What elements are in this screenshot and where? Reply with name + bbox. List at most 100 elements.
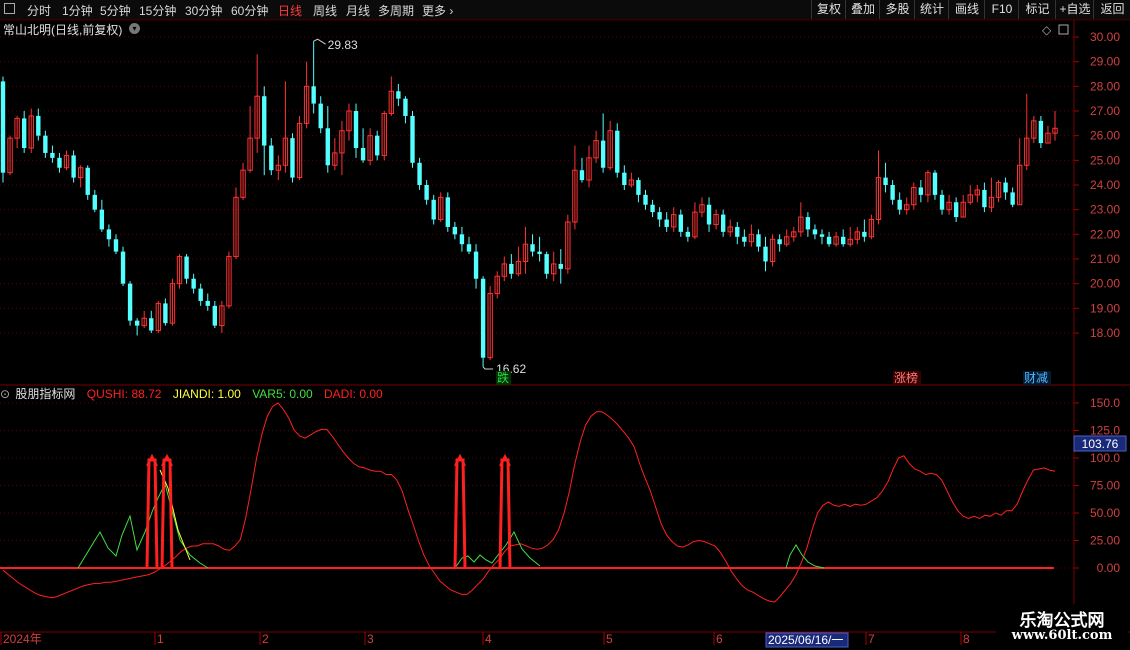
candle-body-down (205, 300, 210, 306)
candle-body-down (473, 251, 479, 279)
candle-body-down (678, 214, 683, 232)
time-axis-label: 2024年 (3, 632, 42, 646)
event-tag-label: 涨榜 (894, 370, 918, 385)
candle-body-down (1038, 120, 1044, 144)
candle-body-down (600, 140, 606, 168)
candle-body-down (812, 229, 818, 235)
candle-body-down (537, 251, 542, 255)
candle-body-down (43, 135, 48, 153)
time-axis-label: 8 (963, 632, 970, 646)
signal-spike (160, 458, 174, 569)
candle-body-down (530, 244, 535, 252)
candle-body-down (1010, 192, 1015, 205)
watermark-url: www.60lt.com (1011, 628, 1113, 643)
price-axis-label: 22.00 (1090, 227, 1120, 241)
candle-body-down (939, 194, 945, 210)
candle-body-down (262, 96, 267, 146)
price-axis-label: 25.00 (1090, 153, 1120, 167)
candle-body-down (622, 172, 627, 185)
candle-body-down (99, 209, 105, 230)
price-axis-label: 19.00 (1090, 301, 1120, 315)
high-marker-line (313, 38, 326, 45)
indicator-axis-label: 125.0 (1090, 424, 1120, 438)
candle-body-down (134, 320, 140, 326)
candle-body-down (918, 187, 924, 195)
price-axis-label: 24.00 (1090, 178, 1120, 192)
candle-body-down (579, 170, 585, 181)
indicator-axis-label: 0.00 (1097, 561, 1121, 575)
candle-body-down (664, 219, 669, 227)
candle-body-down (71, 155, 76, 178)
candle-body-down (184, 256, 189, 279)
candle-body-down (431, 199, 436, 220)
candle-body-down (353, 111, 359, 148)
candle-body-down (36, 115, 41, 136)
price-axis-label: 23.00 (1090, 203, 1120, 217)
time-axis-label: 6 (716, 632, 723, 646)
indicator-axis-label: 75.00 (1090, 479, 1120, 493)
price-axis-label: 27.00 (1090, 104, 1120, 118)
candle-body-down (953, 202, 959, 218)
candle-body-down (763, 246, 768, 262)
candle-body-down (85, 167, 90, 195)
candle-body-down (21, 118, 27, 148)
candle-body-down (325, 128, 330, 166)
candle-body-down (57, 157, 62, 168)
candle-body-down (862, 231, 867, 237)
qushi-line (2, 402, 1056, 603)
candle-body-down (777, 239, 782, 245)
candle-body-down (558, 263, 563, 269)
time-axis-label: 1 (157, 632, 164, 646)
candle-body-down (890, 185, 895, 200)
candle-body-down (50, 152, 55, 158)
candle-body-down (269, 145, 274, 171)
candle-body-down (92, 194, 97, 210)
signal-spike (453, 458, 467, 569)
time-axis-label: 4 (485, 632, 492, 646)
candle-body-down (375, 135, 380, 156)
price-axis-label: 28.00 (1090, 79, 1120, 93)
indicator-axis-label: 25.00 (1090, 534, 1120, 548)
candle-body-down (396, 91, 401, 99)
candle-body-down (466, 244, 472, 252)
candle-body-down (424, 185, 429, 200)
candle-body-down (480, 278, 486, 358)
candle-body-down (417, 162, 422, 185)
time-axis-label: 5 (606, 632, 613, 646)
candle-body-down (410, 115, 415, 163)
candle-body-down (826, 236, 832, 245)
candle-body-down (615, 130, 620, 173)
candle-body-down (756, 234, 761, 247)
price-axis-label: 18.00 (1090, 326, 1120, 340)
candle-body-down (657, 212, 662, 220)
candle-body-down (127, 283, 133, 321)
candle-body-down (0, 81, 6, 173)
price-axis-label: 30.00 (1090, 30, 1120, 44)
candle-body-down (212, 305, 218, 326)
candle-body-down (452, 226, 458, 235)
var5-line (454, 530, 541, 569)
current-value-label: 103.76 (1082, 437, 1119, 451)
candle-body-down (311, 86, 316, 104)
indicator-axis-label: 100.0 (1090, 451, 1120, 465)
chart-canvas[interactable]: 30.0029.0028.0027.0026.0025.0024.0023.00… (0, 0, 1130, 650)
cursor-date-label: 2025/06/16/一 (768, 633, 843, 647)
price-axis-label: 21.00 (1090, 252, 1120, 266)
candle-body-down (445, 197, 450, 227)
candle-body-down (544, 254, 549, 274)
window-toggle-icon (1058, 24, 1069, 35)
candle-body-down (805, 217, 811, 230)
price-axis-label: 20.00 (1090, 277, 1120, 291)
candle-body-down (650, 204, 655, 213)
price-axis-label: 26.00 (1090, 129, 1120, 143)
candle-body-down (318, 103, 323, 129)
candle-body-down (819, 234, 825, 237)
low-marker-line (482, 366, 494, 370)
candle-body-down (290, 138, 295, 178)
event-tag-label: 跌 (497, 370, 509, 385)
candle-body-down (509, 263, 514, 274)
candle-body-down (360, 148, 366, 161)
candle-body-down (897, 199, 902, 210)
candle-body-down (706, 204, 712, 225)
indicator-axis-label: 150.0 (1090, 396, 1120, 410)
